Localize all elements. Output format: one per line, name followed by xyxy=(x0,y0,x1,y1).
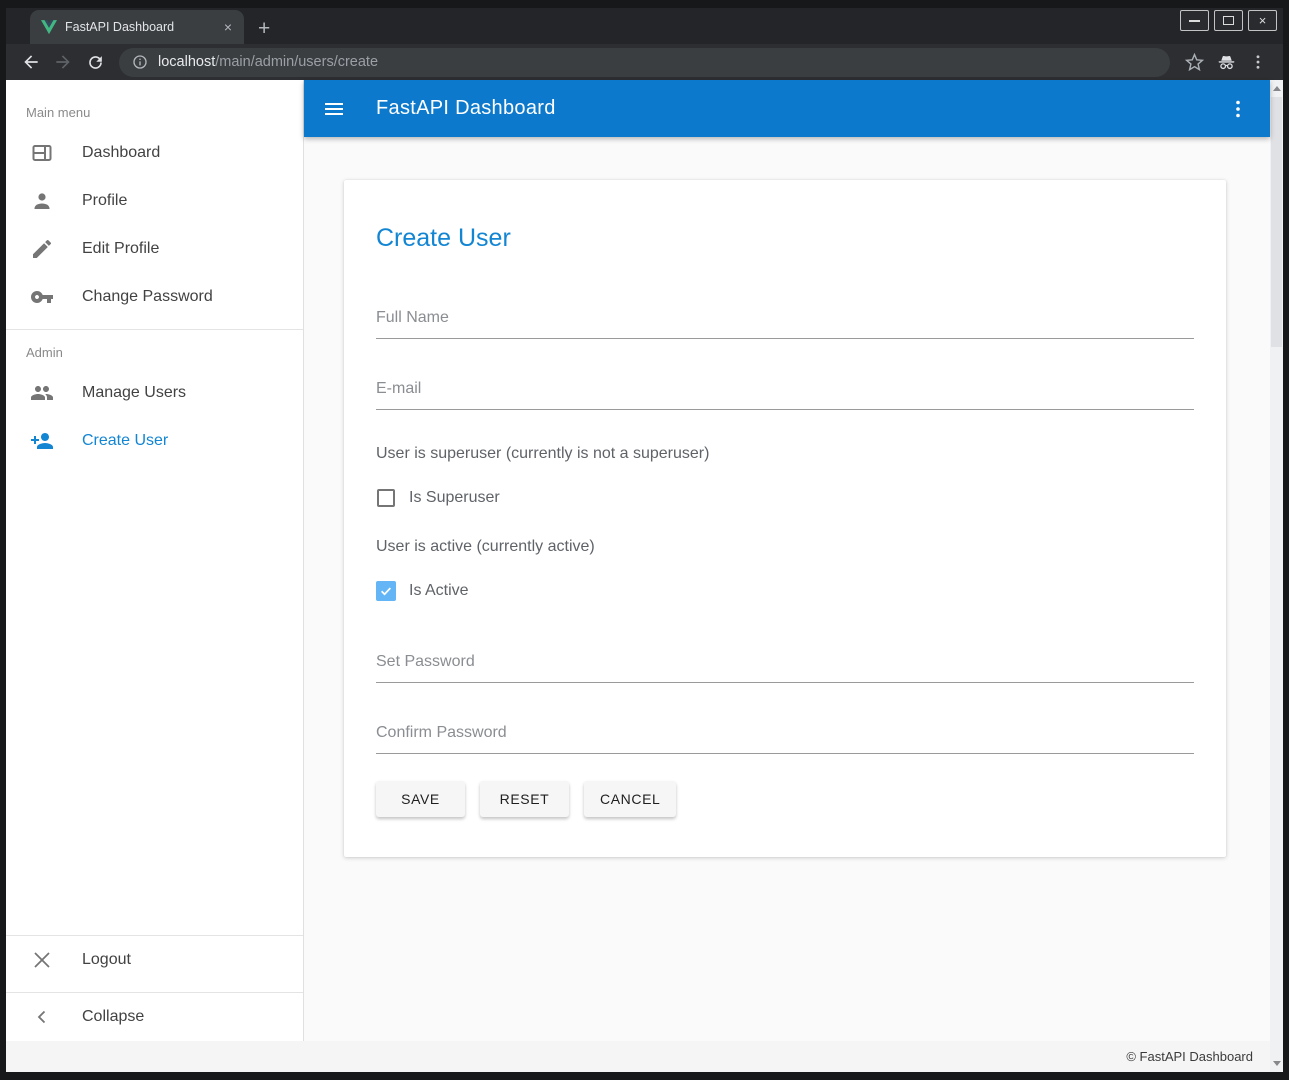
set-password-field-wrap xyxy=(376,647,1194,683)
copyright-text: © FastAPI Dashboard xyxy=(1126,1049,1253,1064)
main-area: FastAPI Dashboard Create User xyxy=(304,80,1270,1041)
active-checkbox[interactable] xyxy=(376,581,396,601)
browser-toolbar: localhost/main/admin/users/create xyxy=(6,44,1283,80)
sidebar-item-collapse[interactable]: Collapse xyxy=(6,993,303,1041)
browser-menu-icon[interactable] xyxy=(1242,47,1274,77)
active-checkbox-row: Is Active xyxy=(376,581,1194,601)
key-icon xyxy=(30,285,54,309)
sidebar-item-change-password[interactable]: Change Password xyxy=(6,273,303,321)
page: Main menu Dashboard Profile xyxy=(6,80,1283,1072)
people-icon xyxy=(30,381,54,405)
back-icon[interactable] xyxy=(15,47,47,77)
active-checkbox-label: Is Active xyxy=(409,582,469,600)
confirm-password-field-wrap xyxy=(376,718,1194,754)
appbar-title: FastAPI Dashboard xyxy=(376,97,556,120)
sidebar-item-label: Manage Users xyxy=(82,384,186,402)
sidebar-item-edit-profile[interactable]: Edit Profile xyxy=(6,225,303,273)
sidebar-item-label: Dashboard xyxy=(82,144,160,162)
content-area: Create User User is superuser (currently… xyxy=(304,137,1270,1041)
scrollbar-down-icon[interactable] xyxy=(1273,1061,1281,1066)
close-button[interactable]: × xyxy=(1248,10,1277,31)
superuser-checkbox-label: Is Superuser xyxy=(409,489,500,507)
incognito-icon xyxy=(1210,47,1242,77)
sidebar-item-label: Edit Profile xyxy=(82,240,159,258)
tab-strip: FastAPI Dashboard × + × xyxy=(6,8,1283,44)
set-password-input[interactable] xyxy=(376,647,1194,683)
page-title: Create User xyxy=(376,224,1194,253)
vue-logo-favicon xyxy=(41,20,57,35)
minimize-button[interactable] xyxy=(1180,10,1209,31)
cancel-button[interactable]: CANCEL xyxy=(584,781,676,817)
url-text: localhost/main/admin/users/create xyxy=(158,54,378,70)
sidebar-item-logout[interactable]: Logout xyxy=(6,936,303,984)
hamburger-menu-icon[interactable] xyxy=(322,97,346,121)
sidebar-item-label: Logout xyxy=(82,951,131,969)
site-info-icon[interactable] xyxy=(132,54,148,70)
full-name-input[interactable] xyxy=(376,303,1194,339)
sidebar-item-label: Collapse xyxy=(82,1008,144,1026)
form-actions: SAVE RESET CANCEL xyxy=(376,781,1194,817)
tab-close-icon[interactable]: × xyxy=(220,18,236,36)
forward-icon[interactable] xyxy=(47,47,79,77)
sidebar-item-create-user[interactable]: Create User xyxy=(6,417,303,465)
email-field-wrap xyxy=(376,374,1194,410)
sidebar-section-admin: Admin xyxy=(6,330,303,369)
reset-button[interactable]: RESET xyxy=(480,781,569,817)
scrollbar-up-icon[interactable] xyxy=(1273,86,1281,91)
url-host: localhost xyxy=(158,54,215,70)
sidebar-item-profile[interactable]: Profile xyxy=(6,177,303,225)
sidebar-item-dashboard[interactable]: Dashboard xyxy=(6,129,303,177)
app-bar: FastAPI Dashboard xyxy=(304,80,1270,137)
bookmark-star-icon[interactable] xyxy=(1178,47,1210,77)
new-tab-icon[interactable]: + xyxy=(258,18,270,39)
dashboard-icon xyxy=(30,141,54,165)
email-input[interactable] xyxy=(376,374,1194,410)
reload-icon[interactable] xyxy=(79,47,111,77)
save-button[interactable]: SAVE xyxy=(376,781,465,817)
person-add-icon xyxy=(30,429,54,453)
chevron-left-icon xyxy=(30,1005,54,1029)
person-icon xyxy=(30,189,54,213)
create-user-card: Create User User is superuser (currently… xyxy=(344,180,1226,857)
scrollbar-thumb[interactable] xyxy=(1271,97,1282,347)
pencil-icon xyxy=(30,237,54,261)
tab-title: FastAPI Dashboard xyxy=(65,20,212,34)
close-x-icon xyxy=(30,948,54,972)
window-controls: × xyxy=(1175,10,1277,31)
sidebar-item-label: Change Password xyxy=(82,288,213,306)
confirm-password-input[interactable] xyxy=(376,718,1194,754)
active-hint: User is active (currently active) xyxy=(376,538,1194,556)
url-path: /main/admin/users/create xyxy=(215,54,378,70)
browser-tab[interactable]: FastAPI Dashboard × xyxy=(30,10,244,44)
sidebar: Main menu Dashboard Profile xyxy=(6,80,304,1041)
superuser-checkbox-row: Is Superuser xyxy=(376,488,1194,508)
sidebar-item-manage-users[interactable]: Manage Users xyxy=(6,369,303,417)
superuser-hint: User is superuser (currently is not a su… xyxy=(376,445,1194,463)
sidebar-item-label: Profile xyxy=(82,192,127,210)
address-bar[interactable]: localhost/main/admin/users/create xyxy=(119,48,1170,77)
sidebar-item-label: Create User xyxy=(82,432,168,450)
maximize-button[interactable] xyxy=(1214,10,1243,31)
appbar-menu-icon[interactable] xyxy=(1226,97,1250,121)
superuser-checkbox[interactable] xyxy=(377,489,395,507)
page-scrollbar[interactable] xyxy=(1270,80,1283,1072)
site-footer: © FastAPI Dashboard xyxy=(6,1041,1270,1072)
browser-window: FastAPI Dashboard × + × localhost/main/a… xyxy=(0,0,1289,1080)
sidebar-section-main-menu: Main menu xyxy=(6,80,303,129)
full-name-field-wrap xyxy=(376,303,1194,339)
